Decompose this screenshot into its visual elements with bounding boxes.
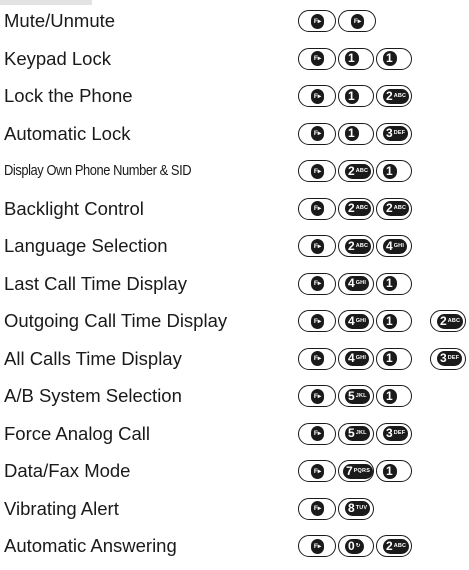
list-item-mute-unmute: Mute/Unmute F ▸ F ▸	[0, 3, 469, 41]
list-item-lock-the-phone: Lock the Phone F ▸ 1 2 ABC	[0, 78, 469, 116]
function-key-icon: F ▸	[298, 10, 336, 32]
key-sequence: F ▸ 4 GHI 1 2 ABC	[298, 308, 468, 334]
digit-key-icon: 1	[376, 47, 412, 70]
function-key-icon: F ▸	[298, 310, 336, 332]
function-key-icon: F ▸	[298, 347, 336, 370]
function-key-icon: F ▸	[298, 197, 336, 220]
function-key-icon: F ▸	[298, 235, 336, 257]
list-item-vibrating-alert: Vibrating Alert F ▸ 8 TUV	[0, 491, 469, 529]
list-item-all-calls-time: All Calls Time Display F ▸ 4 GHI 1 3 DEF	[0, 341, 469, 379]
function-key-icon: F ▸	[298, 160, 336, 182]
digit-key-icon: 4 GHI	[338, 347, 374, 370]
digit-key-icon: 2 ABC	[338, 197, 374, 220]
feature-label: All Calls Time Display	[4, 347, 182, 369]
digit-key-icon: 1	[376, 160, 412, 182]
feature-code-list: Mute/Unmute F ▸ F ▸ Keypad Lock F ▸ 1 1 Loc…	[0, 3, 469, 566]
list-item-keypad-lock: Keypad Lock F ▸ 1 1	[0, 41, 469, 79]
function-key-icon: F ▸	[298, 497, 336, 520]
feature-label: Lock the Phone	[4, 85, 133, 106]
digit-key-icon: 7 PQRS	[338, 460, 374, 482]
key-sequence: F ▸ 1 3 DEF	[298, 121, 414, 147]
list-item-backlight-control: Backlight Control F ▸ 2 ABC 2 ABC	[0, 191, 469, 229]
function-key-icon: F ▸	[298, 535, 336, 557]
function-key-icon: F ▸	[298, 422, 336, 445]
function-key-icon: F ▸	[298, 122, 336, 145]
function-key-icon: F ▸	[298, 385, 336, 407]
digit-key-icon: 1	[338, 47, 374, 70]
feature-label: Keypad Lock	[4, 47, 111, 69]
digit-key-icon: 3 DEF	[430, 347, 466, 370]
key-sequence: F ▸ 7 PQRS 1	[298, 458, 414, 484]
feature-label: Backlight Control	[4, 197, 144, 219]
feature-label: Display Own Phone Number & SID	[4, 162, 192, 179]
feature-label: Vibrating Alert	[4, 497, 119, 519]
digit-key-icon: 4 GHI	[338, 272, 374, 295]
key-sequence: F ▸ 4 GHI 1	[298, 271, 414, 297]
key-sequence: F ▸ 2 ABC 4 GHI	[298, 233, 414, 259]
key-sequence: F ▸ 5 JKL 1	[298, 383, 414, 409]
digit-key-icon: 2 ABC	[376, 85, 412, 107]
feature-label: Language Selection	[4, 235, 168, 256]
feature-label: Mute/Unmute	[4, 10, 116, 31]
digit-key-icon: 1	[338, 122, 374, 145]
feature-label: Data/Fax Mode	[4, 460, 131, 481]
digit-key-icon: 4 GHI	[376, 235, 412, 257]
list-item-automatic-answering: Automatic Answering F ▸ 0 ↻ 2 ABC	[0, 528, 469, 566]
list-item-data-fax-mode: Data/Fax Mode F ▸ 7 PQRS 1	[0, 453, 469, 491]
digit-key-icon: 3 DEF	[376, 122, 412, 145]
key-sequence: F ▸ 4 GHI 1 3 DEF	[298, 346, 468, 372]
digit-key-icon: 0 ↻	[338, 535, 374, 557]
digit-key-icon: 1	[338, 85, 374, 107]
feature-label: A/B System Selection	[4, 385, 182, 406]
function-key-icon: F ▸	[338, 10, 376, 32]
key-sequence: F ▸ 2 ABC 2 ABC	[298, 196, 414, 222]
list-item-outgoing-call-time: Outgoing Call Time Display F ▸ 4 GHI 1 2 AB…	[0, 303, 469, 341]
list-item-ab-system-selection: A/B System Selection F ▸ 5 JKL 1	[0, 378, 469, 416]
digit-key-icon: 2 ABC	[376, 197, 412, 220]
feature-label: Force Analog Call	[4, 422, 151, 444]
digit-key-icon: 1	[376, 460, 412, 482]
digit-key-icon: 3 DEF	[376, 422, 412, 445]
list-item-force-analog-call: Force Analog Call F ▸ 5 JKL 3 DEF	[0, 416, 469, 454]
list-item-automatic-lock: Automatic Lock F ▸ 1 3 DEF	[0, 116, 469, 154]
digit-key-icon: 2 ABC	[430, 310, 466, 332]
feature-label: Outgoing Call Time Display	[4, 310, 228, 331]
function-key-icon: F ▸	[298, 272, 336, 295]
function-key-icon: F ▸	[298, 85, 336, 107]
list-item-last-call-time: Last Call Time Display F ▸ 4 GHI 1	[0, 266, 469, 304]
key-sequence: F ▸ 1 1	[298, 46, 414, 72]
key-sequence: F ▸ 0 ↻ 2 ABC	[298, 533, 414, 559]
key-sequence: F ▸ 5 JKL 3 DEF	[298, 421, 414, 447]
digit-key-icon: 4 GHI	[338, 310, 374, 332]
function-key-icon: F ▸	[298, 460, 336, 482]
feature-label: Automatic Lock	[4, 122, 131, 144]
key-sequence: F ▸ 1 2 ABC	[298, 83, 414, 109]
digit-key-icon: 1	[376, 272, 412, 295]
function-key-icon: F ▸	[298, 47, 336, 70]
digit-key-icon: 2 ABC	[338, 160, 374, 182]
key-sequence: F ▸ 2 ABC 1	[298, 158, 414, 184]
digit-key-icon: 2 ABC	[376, 535, 412, 557]
digit-key-icon: 5 JKL	[338, 385, 374, 407]
key-sequence: F ▸ 8 TUV	[298, 496, 376, 522]
list-item-display-own-number: Display Own Phone Number & SID F ▸ 2 ABC 1	[0, 153, 469, 191]
feature-label: Automatic Answering	[4, 535, 177, 556]
digit-key-icon: 1	[376, 385, 412, 407]
key-sequence: F ▸ F ▸	[298, 8, 378, 34]
list-item-language-selection: Language Selection F ▸ 2 ABC 4 GHI	[0, 228, 469, 266]
feature-label: Last Call Time Display	[4, 272, 188, 294]
digit-key-icon: 1	[376, 310, 412, 332]
digit-key-icon: 2 ABC	[338, 235, 374, 257]
digit-key-icon: 5 JKL	[338, 422, 374, 445]
digit-key-icon: 8 TUV	[338, 497, 374, 520]
digit-key-icon: 1	[376, 347, 412, 370]
